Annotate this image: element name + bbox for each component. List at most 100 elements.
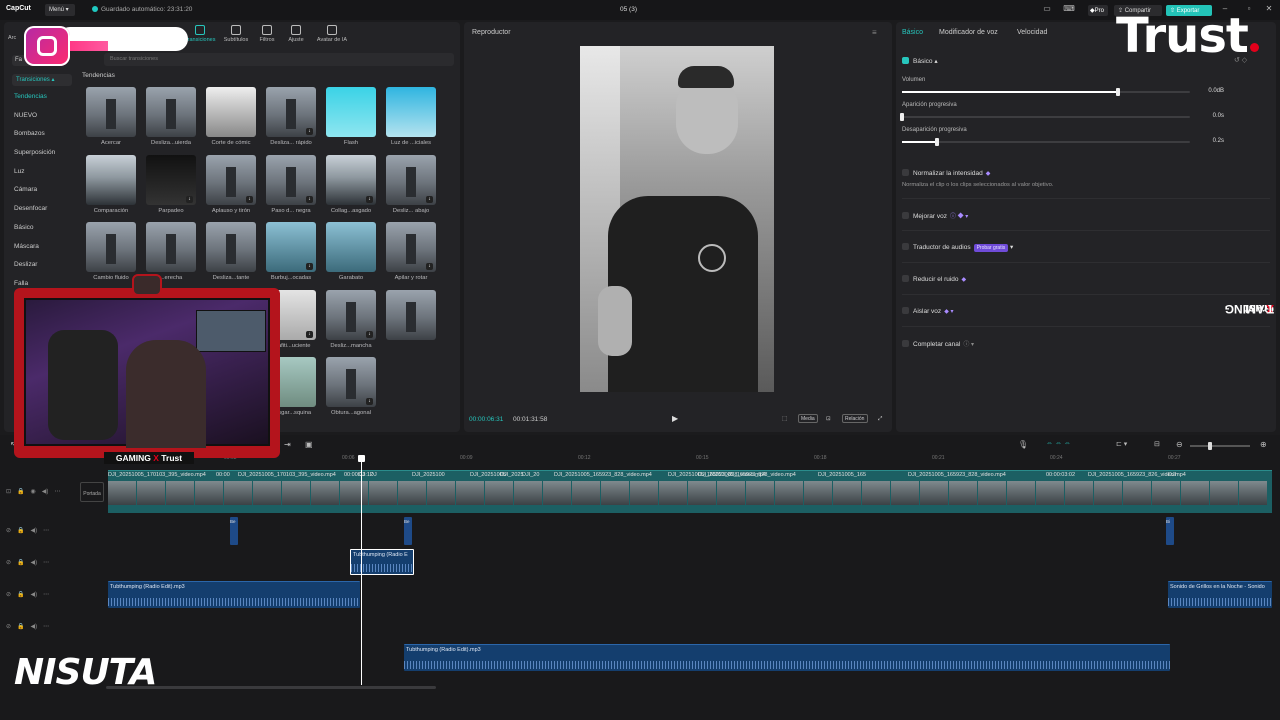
tab-voice-modifier[interactable]: Modificador de voz <box>939 29 998 36</box>
download-icon[interactable]: ↓ <box>366 330 373 338</box>
shortcuts-icon[interactable]: ⌨ <box>1062 4 1076 14</box>
fade-out-slider[interactable] <box>902 138 1190 146</box>
trial-badge[interactable]: Probar gratis <box>973 244 1009 252</box>
sfx-clip[interactable]: Bi <box>1166 517 1174 545</box>
more-icon[interactable]: ⋯ <box>43 528 49 534</box>
fill-channel-checkbox[interactable] <box>902 340 909 347</box>
audio-translator-checkbox[interactable] <box>902 243 909 250</box>
sfx-clip[interactable]: Be <box>230 517 238 545</box>
video-track[interactable]: DJI_20251005_170103_395_video.mp4 00:00 DJ… <box>108 470 1272 513</box>
category-item[interactable]: Tendencias <box>14 93 84 112</box>
player-menu-icon[interactable]: ≡ <box>872 28 877 37</box>
category-item[interactable]: Superposición <box>14 149 84 168</box>
transition-thumbnail[interactable]: ↓ Apilar y rotar <box>386 222 436 288</box>
category-item[interactable]: Bombazos <box>14 130 84 149</box>
category-dropdown[interactable]: Transiciones ▴ <box>12 74 72 86</box>
noise-reduction-row[interactable]: Reducir el ruido ◆ <box>902 275 966 283</box>
mute-icon[interactable]: ◀) <box>31 528 38 534</box>
download-icon[interactable]: ↓ <box>426 263 433 270</box>
transition-thumbnail[interactable]: Flash <box>326 87 376 153</box>
isolate-voice-checkbox[interactable] <box>902 307 909 314</box>
download-icon[interactable]: ↓ <box>306 330 313 338</box>
ratio-button[interactable]: Relación <box>842 414 868 423</box>
transition-thumbnail[interactable]: Corte de cómic <box>206 87 256 153</box>
zoom-fit-icon[interactable]: ⊟ <box>1154 440 1160 448</box>
mute-icon[interactable]: ◀) <box>31 560 38 566</box>
link-icon[interactable]: ⊘ <box>6 560 11 566</box>
lock-icon[interactable]: 🔒 <box>17 528 24 534</box>
link-icon[interactable]: ⊘ <box>6 528 11 534</box>
audio-clip[interactable]: Sonido de Grillos en la Noche - Sonido <box>1168 581 1272 608</box>
track-cover-icon[interactable]: ⊡ <box>6 489 11 495</box>
zoom-slider[interactable] <box>1190 442 1250 450</box>
more-icon[interactable]: ⋯ <box>43 592 49 598</box>
download-icon[interactable]: ↓ <box>306 195 313 203</box>
tab-speed[interactable]: Velocidad <box>1017 29 1047 36</box>
volume-knob[interactable] <box>1116 88 1120 96</box>
transition-thumbnail[interactable]: ↓ Desliza... rápido <box>266 87 316 153</box>
delete-icon[interactable]: ▣ <box>305 440 313 449</box>
fill-channel-row[interactable]: Completar canal ⓘ ▾ <box>902 339 974 348</box>
lock-icon[interactable]: 🔒 <box>17 560 24 566</box>
basic-checkbox[interactable] <box>902 57 909 64</box>
normalize-checkbox[interactable] <box>902 169 909 176</box>
isolate-voice-row[interactable]: Aislar voz ◆ ▾ <box>902 307 953 315</box>
play-icon[interactable]: ▶ <box>672 414 682 424</box>
snap-icon[interactable]: ⊏ ▾ <box>1116 440 1127 448</box>
menu-button[interactable]: Menú ▾ <box>45 4 75 16</box>
link-icon[interactable]: ⊘ <box>6 592 11 598</box>
video-track-controls[interactable]: ⊡ 🔒 ◉ ◀) ⋯ <box>6 488 76 498</box>
download-icon[interactable]: ↓ <box>186 195 193 203</box>
time-ruler[interactable]: 00:0000:0300:0600:0900:1200:1500:1800:21… <box>106 455 1276 465</box>
transition-thumbnail[interactable]: Garabato <box>326 222 376 288</box>
transition-thumbnail[interactable]: ↓ Obtura...agonal <box>326 357 376 423</box>
sfx-clip[interactable]: Be <box>404 517 412 545</box>
transition-thumbnail[interactable]: ↓ Paso d... negra <box>266 154 316 221</box>
transition-thumbnail[interactable]: ↓ Collag...asgado <box>326 154 376 221</box>
audio-track-controls-1[interactable]: ⊘ 🔒 ◀) ⋯ <box>6 559 76 569</box>
sfx-track-controls[interactable]: ⊘ 🔒 ◀) ⋯ <box>6 527 76 537</box>
selected-audio-clip[interactable]: Tubthumping (Radio E <box>350 549 414 575</box>
transition-thumbnail[interactable]: Desliza...uierda <box>146 87 196 153</box>
transition-thumbnail[interactable] <box>386 289 436 356</box>
category-item[interactable]: NUEVO <box>14 112 84 131</box>
crop-icon[interactable]: ⬚ <box>782 416 787 422</box>
download-icon[interactable]: ↓ <box>246 195 253 203</box>
split-icon[interactable]: ⇥ <box>284 440 291 449</box>
microphone-icon[interactable]: 🎙 <box>1018 440 1028 449</box>
basic-section-header[interactable]: Básico ▴ <box>902 57 938 65</box>
tab-ai-avatar[interactable]: Avatar de IA <box>310 25 354 43</box>
transition-thumbnail[interactable]: ↓ Burbuj...ocadas <box>266 222 316 288</box>
zoom-in-icon[interactable]: ⊕ <box>1260 440 1267 449</box>
transition-thumbnail[interactable]: ↓ Parpadeo <box>146 154 196 221</box>
lock-icon[interactable]: 🔒 <box>17 489 24 495</box>
video-preview[interactable] <box>580 46 774 392</box>
download-icon[interactable]: ↓ <box>366 398 373 405</box>
mute-icon[interactable]: ◀) <box>31 592 38 598</box>
enhance-voice-checkbox[interactable] <box>902 212 909 219</box>
download-icon[interactable]: ↓ <box>426 195 433 203</box>
transition-thumbnail[interactable]: Luz de ...iciales <box>386 87 436 153</box>
audio-track-controls-2[interactable]: ⊘ 🔒 ◀) ⋯ <box>6 591 76 601</box>
category-item[interactable]: Luz <box>14 168 84 187</box>
more-icon[interactable]: ⋯ <box>43 624 49 630</box>
audio-track-controls-3[interactable]: ⊘ 🔒 ◀) ⋯ <box>6 623 76 633</box>
lock-icon[interactable]: 🔒 <box>17 592 24 598</box>
fade-in-value[interactable]: 0.0s <box>1196 113 1224 119</box>
volume-value[interactable]: 0.0dB <box>1196 88 1224 94</box>
link-icon[interactable]: ⇔ ⇔ ⇔ <box>1046 440 1071 447</box>
transition-thumbnail[interactable]: Desliza...tante <box>206 222 256 288</box>
category-item[interactable]: Básico <box>14 224 84 243</box>
category-item[interactable]: Cámara <box>14 186 84 205</box>
transition-thumbnail[interactable]: Cambio fluido <box>86 222 136 288</box>
layout-icon[interactable]: ▭ <box>1040 4 1054 14</box>
fade-out-knob[interactable] <box>934 138 939 146</box>
volume-slider[interactable] <box>902 88 1190 96</box>
tab-basic[interactable]: Básico <box>902 29 923 36</box>
download-icon[interactable]: ↓ <box>306 128 313 135</box>
fade-in-knob[interactable] <box>900 113 904 121</box>
normalize-row[interactable]: Normalizar la intensidad ◆ <box>902 169 990 177</box>
fullscreen-icon[interactable]: ⤢ <box>878 416 882 423</box>
transition-thumbnail[interactable]: ↓ Desliz...mancha <box>326 289 376 356</box>
more-icon[interactable]: ⋯ <box>43 560 49 566</box>
